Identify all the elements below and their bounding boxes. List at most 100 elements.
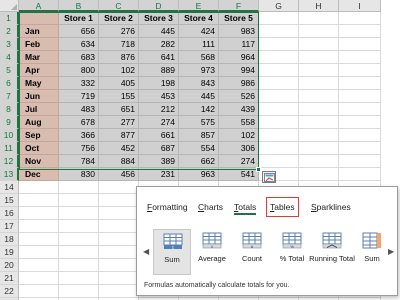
cell[interactable] <box>99 259 139 272</box>
row-header[interactable]: 21 <box>0 272 19 285</box>
value-cell[interactable]: 102 <box>99 64 139 77</box>
column-title-cell[interactable]: Store 1 <box>59 12 99 25</box>
row-header[interactable]: 11 <box>0 142 19 155</box>
value-cell[interactable]: 306 <box>219 142 259 155</box>
cell[interactable] <box>19 272 59 285</box>
value-cell[interactable]: 452 <box>99 142 139 155</box>
tab-formatting[interactable]: Formatting <box>147 201 188 213</box>
cell[interactable] <box>299 25 339 38</box>
value-cell[interactable]: 453 <box>139 90 179 103</box>
cell[interactable] <box>339 25 381 38</box>
value-cell[interactable]: 541 <box>219 168 259 181</box>
month-cell[interactable]: May <box>19 77 59 90</box>
value-cell[interactable]: 276 <box>99 25 139 38</box>
value-cell[interactable]: 366 <box>59 129 99 142</box>
value-cell[interactable]: 445 <box>179 90 219 103</box>
row-header[interactable]: 19 <box>0 246 19 259</box>
cell[interactable] <box>299 155 339 168</box>
cell[interactable] <box>299 77 339 90</box>
row-header[interactable]: 2 <box>0 25 19 38</box>
cell[interactable] <box>339 168 381 181</box>
cell[interactable] <box>59 246 99 259</box>
column-header[interactable]: D <box>139 0 179 12</box>
quick-analysis-button[interactable] <box>262 171 276 183</box>
cell[interactable] <box>259 64 299 77</box>
row-header[interactable]: 7 <box>0 90 19 103</box>
value-cell[interactable]: 641 <box>139 51 179 64</box>
cell[interactable] <box>339 51 381 64</box>
cell[interactable] <box>299 116 339 129</box>
totals-percent-total[interactable]: % % Total <box>273 229 311 275</box>
cell[interactable] <box>259 51 299 64</box>
value-cell[interactable]: 554 <box>179 142 219 155</box>
cell[interactable] <box>299 51 339 64</box>
row-header[interactable]: 22 <box>0 285 19 298</box>
row-header[interactable]: 12 <box>0 155 19 168</box>
month-cell[interactable]: Sep <box>19 129 59 142</box>
row-header[interactable]: 9 <box>0 116 19 129</box>
row-header[interactable]: 8 <box>0 103 19 116</box>
column-title-cell[interactable]: Store 3 <box>139 12 179 25</box>
cell[interactable] <box>19 12 59 25</box>
cell[interactable] <box>339 64 381 77</box>
row-header[interactable]: 13 <box>0 168 19 181</box>
row-header[interactable]: 18 <box>0 233 19 246</box>
value-cell[interactable]: 198 <box>139 77 179 90</box>
value-cell[interactable]: 111 <box>179 38 219 51</box>
value-cell[interactable]: 274 <box>139 116 179 129</box>
value-cell[interactable]: 102 <box>219 129 259 142</box>
month-cell[interactable]: Jan <box>19 25 59 38</box>
value-cell[interactable]: 718 <box>99 38 139 51</box>
cell[interactable] <box>339 155 381 168</box>
cell[interactable] <box>99 194 139 207</box>
tab-charts[interactable]: Charts <box>198 201 223 213</box>
column-header[interactable]: B <box>59 0 99 12</box>
value-cell[interactable]: 634 <box>59 38 99 51</box>
value-cell[interactable]: 800 <box>59 64 99 77</box>
value-cell[interactable]: 282 <box>139 38 179 51</box>
cell[interactable] <box>339 103 381 116</box>
value-cell[interactable]: 973 <box>179 64 219 77</box>
value-cell[interactable]: 656 <box>59 25 99 38</box>
row-header[interactable]: 10 <box>0 129 19 142</box>
cell[interactable] <box>259 38 299 51</box>
cell[interactable] <box>19 285 59 298</box>
value-cell[interactable]: 424 <box>179 25 219 38</box>
cell[interactable] <box>299 12 339 25</box>
cell[interactable] <box>299 129 339 142</box>
cell[interactable] <box>19 181 59 194</box>
cell[interactable] <box>339 90 381 103</box>
cell[interactable] <box>339 38 381 51</box>
cell[interactable] <box>99 220 139 233</box>
cell[interactable] <box>259 103 299 116</box>
cell[interactable] <box>339 142 381 155</box>
column-header[interactable]: C <box>99 0 139 12</box>
value-cell[interactable]: 277 <box>99 116 139 129</box>
value-cell[interactable]: 683 <box>59 51 99 64</box>
month-cell[interactable]: Dec <box>19 168 59 181</box>
column-header[interactable]: I <box>339 0 381 12</box>
row-header[interactable]: 17 <box>0 220 19 233</box>
row-header[interactable]: 1 <box>0 12 19 25</box>
month-cell[interactable]: Mar <box>19 51 59 64</box>
value-cell[interactable]: 456 <box>99 168 139 181</box>
totals-sum-bottom[interactable]: Σ Sum <box>153 229 191 275</box>
value-cell[interactable]: 405 <box>99 77 139 90</box>
tab-totals[interactable]: Totals <box>234 201 257 215</box>
tab-tables[interactable]: Tables <box>266 197 299 217</box>
value-cell[interactable]: 784 <box>59 155 99 168</box>
cell[interactable] <box>19 194 59 207</box>
value-cell[interactable]: 231 <box>139 168 179 181</box>
value-cell[interactable]: 558 <box>219 116 259 129</box>
value-cell[interactable]: 445 <box>139 25 179 38</box>
value-cell[interactable]: 830 <box>59 168 99 181</box>
row-header[interactable]: 16 <box>0 207 19 220</box>
value-cell[interactable]: 857 <box>179 129 219 142</box>
totals-sum-right[interactable]: Sum <box>353 229 391 275</box>
cell[interactable] <box>99 207 139 220</box>
value-cell[interactable]: 142 <box>179 103 219 116</box>
value-cell[interactable]: 662 <box>179 155 219 168</box>
row-header[interactable]: 15 <box>0 194 19 207</box>
cell[interactable] <box>19 207 59 220</box>
cell[interactable] <box>59 207 99 220</box>
